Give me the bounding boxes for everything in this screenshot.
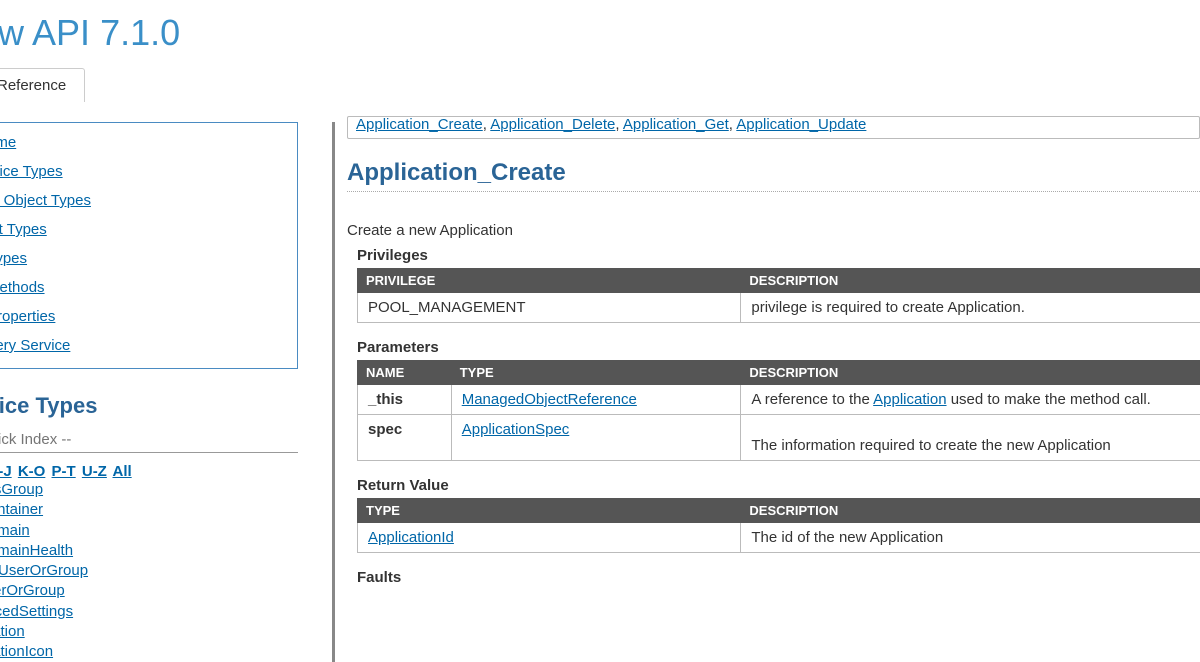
service-link[interactable]: licationIcon bbox=[0, 642, 298, 662]
col-header: NAME bbox=[358, 361, 452, 385]
alpha-link[interactable]: U-Z bbox=[82, 463, 107, 480]
alpha-link[interactable]: P-T bbox=[52, 463, 76, 480]
return-table: TYPE DESCRIPTION ApplicationId The id of… bbox=[357, 498, 1200, 553]
parameters-heading: Parameters bbox=[357, 339, 1200, 356]
nav-link[interactable]: Methods bbox=[0, 279, 45, 296]
method-link[interactable]: Application_Create bbox=[356, 116, 483, 133]
sidebar-section-heading: rvice Types bbox=[0, 393, 298, 419]
col-header: DESCRIPTION bbox=[741, 499, 1200, 523]
return-desc: The id of the new Application bbox=[741, 523, 1200, 553]
nav-link[interactable]: ult Types bbox=[0, 221, 47, 238]
return-type: ApplicationId bbox=[358, 523, 741, 553]
tab-reference[interactable]: Reference bbox=[0, 68, 85, 102]
table-row: _this ManagedObjectReference A reference… bbox=[358, 385, 1200, 415]
main-content: Application_Create, Application_Delete, … bbox=[332, 122, 1200, 662]
col-header: TYPE bbox=[358, 499, 741, 523]
service-type-list: essGroup Container Domain DomainHealth n… bbox=[0, 480, 298, 662]
sidebar: ome rvice Types ta Object Types ult Type… bbox=[0, 122, 298, 662]
nav-link[interactable]: ome bbox=[0, 134, 16, 151]
inline-link[interactable]: Application bbox=[873, 391, 946, 408]
nav-link[interactable]: Properties bbox=[0, 308, 55, 325]
table-row: ApplicationId The id of the new Applicat… bbox=[358, 523, 1200, 553]
nav-link[interactable]: ta Object Types bbox=[0, 192, 91, 209]
param-type: ManagedObjectReference bbox=[451, 385, 741, 415]
type-link[interactable]: ApplicationId bbox=[368, 529, 454, 546]
service-link[interactable]: Domain bbox=[0, 521, 298, 541]
type-link[interactable]: ManagedObjectReference bbox=[462, 391, 637, 408]
param-desc: A reference to the Application used to m… bbox=[741, 385, 1200, 415]
type-link[interactable]: ApplicationSpec bbox=[462, 421, 570, 438]
table-row: spec ApplicationSpec The information req… bbox=[358, 415, 1200, 461]
col-header: DESCRIPTION bbox=[741, 361, 1200, 385]
param-type: ApplicationSpec bbox=[451, 415, 741, 461]
privileges-table: PRIVILEGE DESCRIPTION POOL_MANAGEMENT pr… bbox=[357, 268, 1200, 323]
alpha-link[interactable]: F-J bbox=[0, 463, 12, 480]
table-row: POOL_MANAGEMENT privilege is required to… bbox=[358, 293, 1200, 323]
alpha-index: : F-J K-O P-T U-Z All bbox=[0, 463, 298, 480]
tab-bar: Reference bbox=[0, 68, 1200, 102]
service-link[interactable]: Container bbox=[0, 500, 298, 520]
param-desc: The information required to create the n… bbox=[741, 415, 1200, 461]
service-link[interactable]: ancedSettings bbox=[0, 602, 298, 622]
service-link[interactable]: essGroup bbox=[0, 480, 298, 500]
separator: , bbox=[615, 116, 623, 133]
col-header: DESCRIPTION bbox=[741, 269, 1200, 293]
privilege-name: POOL_MANAGEMENT bbox=[358, 293, 741, 323]
method-link[interactable]: Application_Delete bbox=[490, 116, 615, 133]
faults-heading: Faults bbox=[357, 569, 1200, 586]
parameters-table: NAME TYPE DESCRIPTION _this ManagedObjec… bbox=[357, 360, 1200, 461]
nav-box: ome rvice Types ta Object Types ult Type… bbox=[0, 122, 298, 369]
method-title: Application_Create bbox=[347, 159, 1200, 192]
quick-index-input[interactable] bbox=[0, 427, 298, 453]
service-link[interactable]: lication bbox=[0, 622, 298, 642]
param-name: _this bbox=[358, 385, 452, 415]
privileges-heading: Privileges bbox=[357, 247, 1200, 264]
col-header: TYPE bbox=[451, 361, 741, 385]
nav-link[interactable]: Types bbox=[0, 250, 27, 267]
alpha-link[interactable]: K-O bbox=[18, 463, 46, 480]
service-link[interactable]: DomainHealth bbox=[0, 541, 298, 561]
service-link[interactable]: JserOrGroup bbox=[0, 581, 298, 601]
alpha-link[interactable]: All bbox=[112, 463, 131, 480]
page-title: ew API 7.1.0 bbox=[0, 0, 1200, 62]
method-description: Create a new Application bbox=[347, 222, 1200, 239]
return-heading: Return Value bbox=[357, 477, 1200, 494]
param-name: spec bbox=[358, 415, 452, 461]
method-link-row: Application_Create, Application_Delete, … bbox=[347, 116, 1200, 139]
text: A reference to the bbox=[751, 391, 873, 408]
service-link[interactable]: ninUserOrGroup bbox=[0, 561, 298, 581]
method-link[interactable]: Application_Get bbox=[623, 116, 729, 133]
text: used to make the method call. bbox=[947, 391, 1151, 408]
nav-link[interactable]: rvice Types bbox=[0, 163, 63, 180]
method-link[interactable]: Application_Update bbox=[736, 116, 866, 133]
privilege-desc: privilege is required to create Applicat… bbox=[741, 293, 1200, 323]
nav-link[interactable]: uery Service bbox=[0, 337, 70, 354]
col-header: PRIVILEGE bbox=[358, 269, 741, 293]
